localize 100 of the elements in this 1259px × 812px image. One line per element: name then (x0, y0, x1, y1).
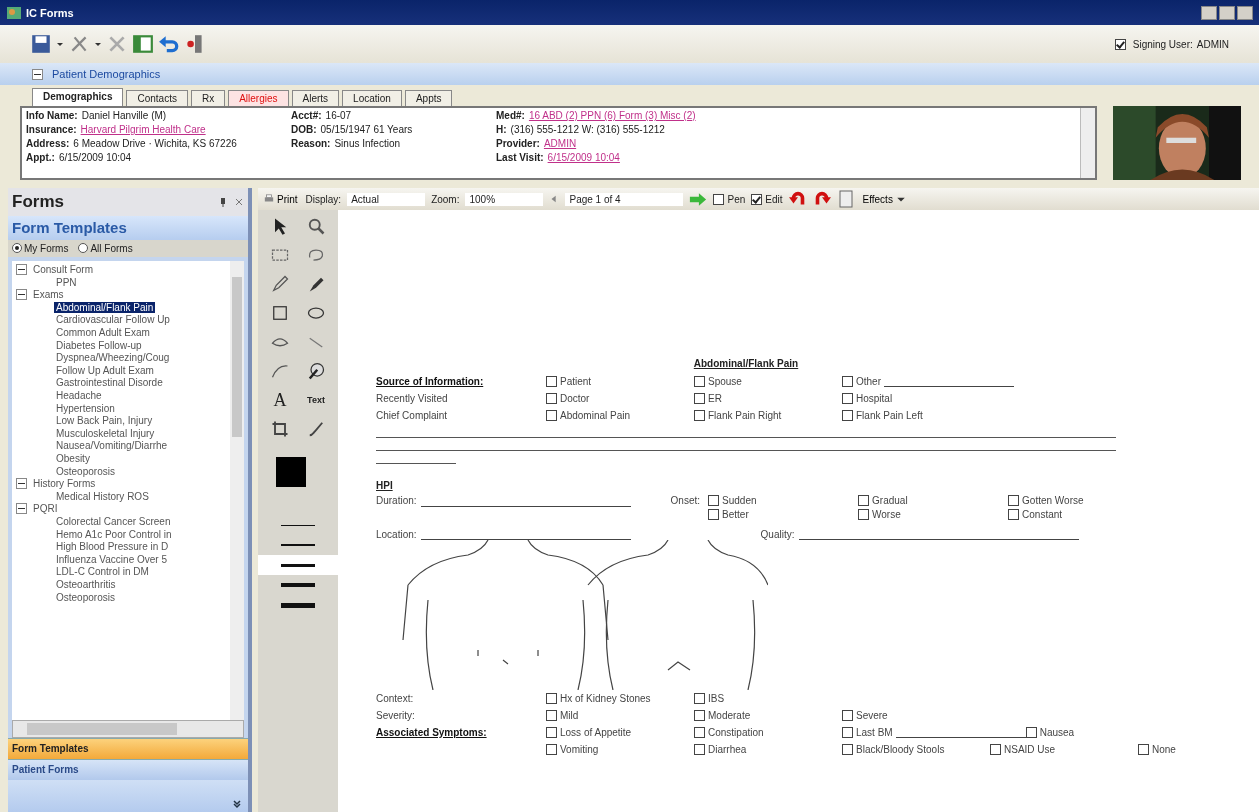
close-icon[interactable] (234, 196, 244, 207)
section-header[interactable]: Patient Demographics (0, 63, 1259, 85)
checkbox[interactable]: Worse (858, 509, 901, 520)
tab[interactable]: Demographics (32, 88, 124, 106)
tree-item[interactable]: LDL-C Control in DM (54, 566, 151, 578)
scrollbar[interactable] (12, 720, 244, 738)
close-button[interactable] (1237, 5, 1253, 20)
eraser-icon[interactable] (306, 361, 326, 381)
expand-icon[interactable] (16, 289, 27, 301)
tree-item[interactable]: PPN (54, 276, 79, 288)
tab[interactable]: Rx (190, 90, 226, 106)
checkbox[interactable]: Mild (546, 710, 694, 721)
radio-option[interactable]: All Forms (78, 242, 133, 254)
tree-item[interactable]: Exams (31, 289, 66, 301)
checkbox[interactable]: Severe (842, 710, 990, 721)
field-value[interactable]: 16 ABD (2) PPN (6) Form (3) Misc (2) (528, 110, 696, 121)
save-icon[interactable] (30, 33, 52, 55)
tab[interactable]: Location (342, 90, 402, 106)
checkbox[interactable]: Doctor (546, 393, 694, 404)
tree-item[interactable]: Hemo A1c Poor Control in (54, 528, 174, 540)
radio-option[interactable]: My Forms (12, 242, 69, 254)
crop-icon[interactable] (270, 419, 290, 439)
checkbox[interactable]: ER (694, 393, 842, 404)
checkbox[interactable]: Abdominal Pain (546, 410, 694, 421)
tree-item[interactable]: Medical History ROS (54, 490, 151, 502)
tree-item[interactable]: PQRI (31, 503, 60, 515)
checkbox[interactable]: Moderate (694, 710, 842, 721)
tab[interactable]: Alerts (291, 90, 340, 106)
checkbox[interactable]: Gradual (858, 495, 908, 506)
checkbox[interactable]: Hospital (842, 393, 990, 404)
panel-button[interactable]: Patient Forms (8, 759, 248, 780)
print-button[interactable]: Print (262, 193, 300, 205)
maximize-button[interactable] (1219, 5, 1235, 20)
expand-icon[interactable] (16, 478, 27, 490)
display-dropdown[interactable]: Actual (347, 192, 426, 206)
checkbox[interactable]: IBS (694, 693, 842, 704)
checkbox[interactable]: Constipation (694, 727, 842, 738)
field-value[interactable]: ADMIN (543, 138, 577, 149)
checkbox[interactable]: Black/Bloody Stools (842, 744, 990, 755)
tree-item[interactable]: Hypertension (54, 402, 117, 414)
tab[interactable]: Appts (404, 90, 453, 106)
tree-item[interactable]: Osteoarthritis (54, 578, 118, 590)
zoom-dropdown[interactable]: 100% (465, 192, 544, 206)
tree-item[interactable]: Follow Up Adult Exam (54, 364, 156, 376)
tree-item[interactable]: High Blood Pressure in D (54, 541, 171, 553)
signing-user-checkbox[interactable] (1114, 38, 1126, 50)
checkbox[interactable]: None (1138, 744, 1259, 755)
expand-icon[interactable] (16, 503, 27, 515)
checkbox[interactable]: Flank Pain Left (842, 410, 990, 421)
checkbox[interactable]: Vomiting (546, 744, 694, 755)
checkbox[interactable]: Gotten Worse (1008, 495, 1084, 506)
tree-item[interactable]: Gastrointestinal Disorde (54, 377, 165, 389)
pin-icon[interactable] (218, 196, 228, 207)
effects-menu[interactable]: Effects (860, 193, 908, 205)
letter-a-tool[interactable]: A (270, 390, 290, 410)
page-field[interactable]: Page 1 of 4 (565, 192, 684, 206)
scrollbar[interactable] (1080, 108, 1095, 178)
tree-item[interactable]: Diabetes Follow-up (54, 339, 144, 351)
tab[interactable]: Allergies (228, 90, 289, 106)
checkbox[interactable]: Last BM (842, 727, 1026, 738)
text-box-tool[interactable]: Text (306, 390, 326, 410)
checkbox[interactable]: Diarrhea (694, 744, 842, 755)
tree-item[interactable]: Abdominal/Flank Pain (54, 301, 156, 313)
tree-item[interactable]: Influenza Vaccine Over 5 (54, 553, 169, 565)
checkbox[interactable]: Pen (713, 193, 746, 205)
undo-icon[interactable] (158, 33, 180, 55)
tree-item[interactable]: Osteoporosis (54, 591, 117, 603)
tree-item[interactable]: Obesity (54, 453, 92, 464)
checkbox[interactable]: Patient (546, 376, 694, 387)
zoom-icon[interactable] (306, 216, 326, 236)
tree-item[interactable]: Headache (54, 390, 104, 402)
panel-button[interactable]: Form Templates (8, 738, 248, 759)
tree-item[interactable]: Low Back Pain, Injury (54, 415, 155, 427)
caret-icon[interactable] (56, 40, 64, 48)
tab[interactable]: Contacts (126, 90, 188, 106)
tree-item[interactable]: Osteoporosis (54, 465, 117, 477)
checkbox[interactable]: Better (708, 509, 749, 520)
checkbox[interactable]: NSAID Use (990, 744, 1138, 755)
pencil-icon[interactable] (270, 274, 290, 294)
tree-item[interactable]: History Forms (31, 478, 98, 490)
checkbox[interactable]: Loss of Appetite (546, 727, 694, 738)
checkbox[interactable]: Sudden (708, 495, 757, 506)
checkbox[interactable]: Spouse (694, 376, 842, 387)
checkbox[interactable]: Edit (751, 193, 783, 205)
minimize-button[interactable] (1201, 5, 1217, 20)
tree-item[interactable]: Colorectal Cancer Screen (54, 516, 173, 527)
checkbox[interactable]: Nausea (1025, 727, 1174, 738)
tree-item[interactable]: Musculoskeletal Injury (54, 427, 157, 439)
checkbox[interactable]: Hx of Kidney Stones (546, 693, 694, 704)
expand-icon[interactable] (16, 264, 27, 276)
checkbox[interactable]: Flank Pain Right (694, 410, 842, 421)
checkbox[interactable]: Other (842, 376, 1014, 387)
tree-item[interactable]: Cardiovascular Follow Up (54, 314, 172, 326)
tree-item[interactable]: Consult Form (31, 264, 95, 276)
field-value[interactable]: Harvard Pilgrim Health Care (80, 124, 206, 135)
caret-icon[interactable] (94, 40, 102, 48)
checkbox[interactable]: Constant (1008, 509, 1063, 520)
window-icon[interactable] (132, 33, 154, 55)
collapse-icon[interactable] (32, 68, 43, 80)
line-width-option[interactable] (258, 555, 338, 575)
